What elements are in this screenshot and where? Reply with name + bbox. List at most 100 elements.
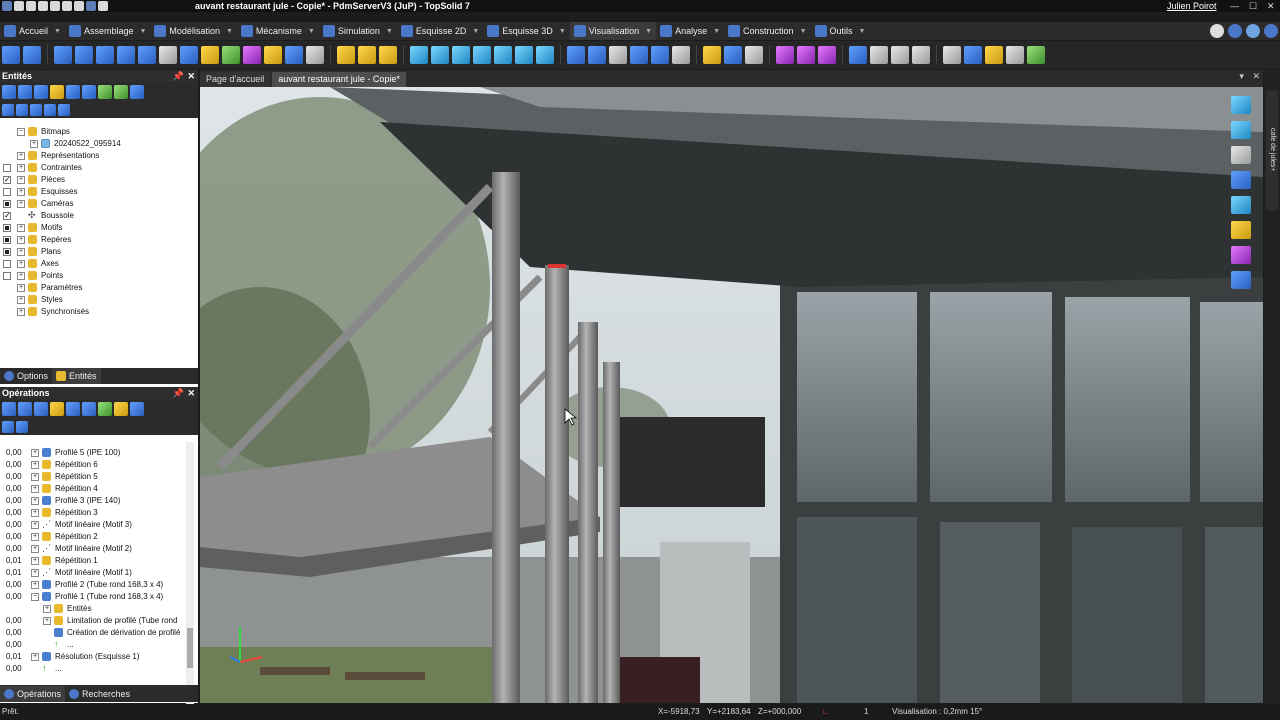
move-up-icon[interactable] — [98, 402, 112, 416]
chevron-down-icon[interactable]: ▼ — [54, 28, 61, 35]
chevron-down-icon[interactable]: ▼ — [645, 28, 652, 35]
operation-tree-row[interactable]: 0,00 + Répétition 4 — [0, 483, 198, 495]
maximize-button[interactable]: ☐ — [1249, 0, 1257, 12]
entity-tree-row[interactable]: + Motifs — [0, 222, 198, 234]
question-list-icon[interactable] — [1231, 271, 1251, 289]
filter-a-icon[interactable] — [2, 104, 14, 116]
select-icon[interactable] — [2, 85, 16, 99]
ribbon-tab-0[interactable]: Accueil ▼ — [0, 22, 65, 40]
operation-tree-row[interactable]: 0,00 + ⋰ Motif linéaire (Motif 3) — [0, 519, 198, 531]
expand-icon[interactable]: + — [17, 164, 25, 172]
new-document-icon[interactable] — [14, 1, 24, 11]
plane-icon[interactable] — [943, 46, 961, 64]
entity-tree-row[interactable]: + Esquisses — [0, 186, 198, 198]
expand-icon[interactable]: + — [31, 653, 39, 661]
ribbon-tab-9[interactable]: Construction ▼ — [724, 22, 810, 40]
screen6-icon[interactable] — [515, 46, 533, 64]
photo-icon[interactable] — [264, 46, 282, 64]
entity-tree-row[interactable]: + Caméras — [0, 198, 198, 210]
document-tab-0[interactable]: Page d'accueil — [200, 72, 271, 87]
operation-tree-row[interactable]: 0,00 − Profilé 1 (Tube rond 168,3 x 4) — [0, 591, 198, 603]
visibility-checkbox[interactable] — [3, 224, 11, 232]
frame3-icon[interactable] — [379, 46, 397, 64]
screen5-icon[interactable] — [494, 46, 512, 64]
screen-icon[interactable] — [410, 46, 428, 64]
document-tab-1[interactable]: auvant restaurant jule - Copie* — [272, 72, 406, 87]
zoom-view-icon[interactable] — [1231, 196, 1251, 214]
cube4-icon[interactable] — [651, 46, 669, 64]
grid-icon[interactable] — [672, 46, 690, 64]
layers-icon[interactable] — [54, 46, 72, 64]
3d-viewport[interactable] — [200, 87, 1263, 703]
visibility-checkbox[interactable] — [3, 272, 11, 280]
screen2-icon[interactable] — [431, 46, 449, 64]
operation-tree-row[interactable]: 0,00 + Répétition 2 — [0, 531, 198, 543]
hierarchy-icon[interactable] — [18, 85, 32, 99]
expand-icon[interactable]: + — [31, 449, 39, 457]
ribbon-tab-2[interactable]: Modélisation ▼ — [150, 22, 236, 40]
ribbon-tab-6[interactable]: Esquisse 3D ▼ — [483, 22, 569, 40]
visibility-checkbox[interactable] — [3, 248, 11, 256]
rotate-view-icon[interactable] — [1231, 121, 1251, 139]
expand-icon[interactable]: + — [31, 497, 39, 505]
close-icon[interactable]: ✕ — [187, 387, 195, 399]
operation-tree-row[interactable]: 0,01 + Résolution (Esquisse 1) — [0, 651, 198, 663]
undo-icon[interactable] — [62, 1, 72, 11]
filter-b-icon[interactable] — [16, 104, 28, 116]
save-icon[interactable] — [50, 1, 60, 11]
columns-icon[interactable] — [58, 104, 70, 116]
expand-icon[interactable]: + — [17, 296, 25, 304]
operation-tree-row[interactable]: 0,00 + Profilé 3 (IPE 140) — [0, 495, 198, 507]
visibility-checkbox[interactable] — [3, 210, 11, 222]
window3-icon[interactable] — [891, 46, 909, 64]
ribbon-tab-3[interactable]: Mécanisme ▼ — [237, 22, 319, 40]
pin-tool-icon[interactable] — [306, 46, 324, 64]
camera-icon[interactable] — [1231, 96, 1251, 114]
tree-icon[interactable] — [34, 85, 48, 99]
entity-tree-row[interactable]: +20240522_095914 — [0, 138, 198, 150]
entity-tree-row[interactable]: + Paramètres — [0, 282, 198, 294]
expand-icon[interactable]: + — [31, 521, 39, 529]
chevron-down-icon[interactable]: ▼ — [472, 28, 479, 35]
chevron-down-icon[interactable]: ▼ — [713, 28, 720, 35]
ribbon-tab-7[interactable]: Visualisation ▼ — [569, 22, 657, 40]
operation-tree-row[interactable]: 0,00 + ⋰ Motif linéaire (Motif 2) — [0, 543, 198, 555]
chevron-down-icon[interactable]: ▼ — [386, 28, 393, 35]
operation-tree-row[interactable]: 0,01 + Répétition 1 — [0, 555, 198, 567]
box2-icon[interactable] — [797, 46, 815, 64]
grid-view-icon[interactable] — [1231, 171, 1251, 189]
sort-icon[interactable] — [130, 402, 144, 416]
render-icon[interactable] — [243, 46, 261, 64]
expand-icon[interactable]: + — [31, 569, 39, 577]
expand-icon[interactable]: + — [17, 248, 25, 256]
app-logo-icon[interactable] — [2, 1, 12, 11]
entity-tree-row[interactable]: + Pièces — [0, 174, 198, 186]
material-icon[interactable] — [201, 46, 219, 64]
view-front-icon[interactable] — [2, 46, 20, 64]
link-icon[interactable] — [66, 402, 80, 416]
panel-tab-0[interactable]: Options — [0, 368, 52, 384]
visibility-checkbox[interactable] — [3, 164, 11, 172]
close-icon[interactable]: ✕ — [187, 70, 195, 82]
list-icon[interactable] — [745, 46, 763, 64]
transparency-icon[interactable] — [138, 46, 156, 64]
expand-icon[interactable]: + — [31, 557, 39, 565]
screen7-icon[interactable] — [536, 46, 554, 64]
expand-icon[interactable]: + — [31, 485, 39, 493]
screen4-icon[interactable] — [473, 46, 491, 64]
walk-icon[interactable] — [285, 46, 303, 64]
columns-icon[interactable] — [16, 421, 28, 433]
visibility-checkbox[interactable] — [3, 174, 11, 186]
visualization-precision[interactable]: Visualisation : 0,2mm 15° — [892, 704, 982, 720]
entity-tree-row[interactable]: − Bitmaps — [0, 126, 198, 138]
expand-icon[interactable]: + — [17, 200, 25, 208]
expand-icon[interactable]: + — [17, 284, 25, 292]
ribbon-tab-8[interactable]: Analyse ▼ — [656, 22, 724, 40]
visibility-checkbox[interactable] — [3, 236, 11, 244]
view-glasses-icon[interactable] — [23, 46, 41, 64]
box-icon[interactable] — [776, 46, 794, 64]
entity-tree-row[interactable]: + Représentations — [0, 150, 198, 162]
light-icon[interactable] — [180, 46, 198, 64]
operation-tree-row[interactable]: 0,00 + Profilé 2 (Tube rond 168,3 x 4) — [0, 579, 198, 591]
operation-tree-row[interactable]: 0,00 + Répétition 3 — [0, 507, 198, 519]
